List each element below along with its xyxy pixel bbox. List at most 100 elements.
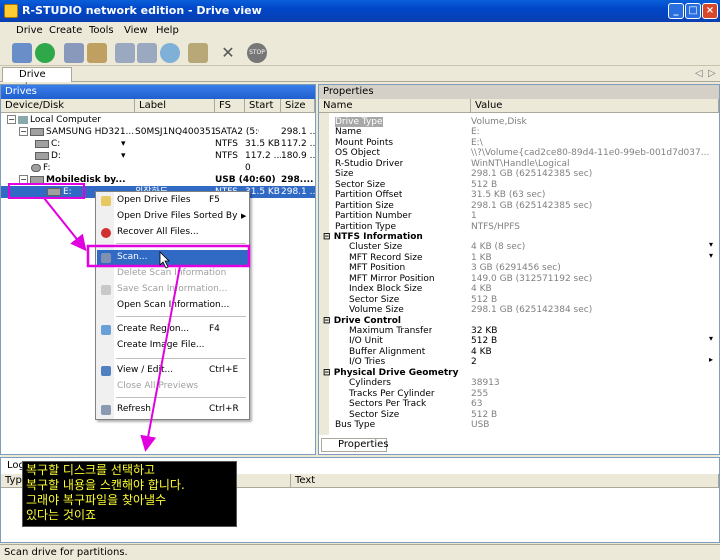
view-icon [101, 366, 111, 376]
tab-scroll-right-icon[interactable]: ▷ [708, 68, 716, 79]
property-row[interactable]: MFT Position 3 GB (6291456 sec) [319, 263, 711, 273]
property-row[interactable]: Buffer Alignment 4 KB [319, 347, 711, 357]
property-value: 1 [471, 211, 477, 222]
property-value: 512 B [471, 179, 498, 190]
collapse-icon[interactable]: − [19, 175, 28, 184]
expand-dropdown-icon[interactable]: ▾ [709, 251, 713, 260]
tab-properties[interactable]: Properties [321, 438, 389, 452]
property-row[interactable]: Tracks Per Cylinder 255 [319, 389, 711, 399]
tree-row[interactable]: − SAMSUNG HD321... S0MSJ1NQ400351 SATA2 (… [1, 126, 315, 138]
collapse-icon[interactable]: − [19, 127, 28, 136]
property-row[interactable]: Partition Type NTFS/HPFS [319, 222, 711, 232]
open-files-icon[interactable] [64, 43, 84, 63]
property-group[interactable]: ⊟ NTFS Information [319, 232, 711, 242]
menu-item-view-edit[interactable]: View / Edit... Ctrl+E [97, 363, 249, 378]
property-row[interactable]: MFT Mirror Position 149.0 GB (312571192 s… [319, 274, 711, 284]
property-row[interactable]: Volume Size 298.1 GB (625142384 sec) [319, 305, 711, 315]
expand-dropdown-icon[interactable]: ▾ [709, 334, 713, 343]
property-row[interactable]: I/O Unit 512 B [319, 336, 711, 346]
stop-icon[interactable]: STOP [247, 43, 267, 63]
col-fs[interactable]: FS [215, 99, 245, 113]
menu-help[interactable]: Help [156, 25, 179, 36]
property-row[interactable]: Mount Points E:\ [319, 138, 711, 148]
menu-drive[interactable]: Drive [16, 25, 43, 36]
drive-icon[interactable] [12, 43, 32, 63]
image-icon[interactable] [188, 43, 208, 63]
menu-item-refresh[interactable]: Refresh Ctrl+R [97, 402, 249, 417]
property-name: Buffer Alignment [349, 346, 426, 357]
property-row[interactable]: Bus Type USB [319, 420, 711, 430]
menu-create[interactable]: Create [49, 25, 82, 36]
property-row[interactable]: Sector Size 512 B [319, 295, 711, 305]
collapse-icon[interactable]: − [7, 115, 16, 124]
property-row[interactable]: Sector Size 512 B [319, 180, 711, 190]
device-start: 0 [245, 163, 251, 173]
network-icon[interactable] [115, 43, 135, 63]
col-value[interactable]: Value [471, 99, 719, 113]
partition-icon [35, 139, 49, 148]
menu-item-create-image[interactable]: Create Image File... [97, 338, 249, 353]
disk-icon [30, 127, 44, 136]
window-title: R-STUDIO network edition - Drive view [22, 4, 262, 17]
tree-row[interactable]: − Mobiledisk by... USB (40:60) 298.... [1, 174, 315, 186]
menu-item-recover-all[interactable]: Recover All Files... [97, 225, 249, 240]
menu-item-open-drive-files[interactable]: Open Drive Files F5 [97, 193, 249, 208]
expand-dropdown-icon[interactable]: ▾ [121, 150, 126, 162]
property-row[interactable]: Name E: [319, 127, 711, 137]
menu-view[interactable]: View [124, 25, 148, 36]
refresh-icon[interactable] [35, 43, 55, 63]
col-name[interactable]: Name [319, 99, 471, 113]
property-row[interactable]: Maximum Transfer 32 KB [319, 326, 711, 336]
connect-icon[interactable] [137, 43, 157, 63]
property-value: WinNT\Handle\Logical [471, 158, 570, 169]
device-start: 31.5 KB [245, 187, 280, 197]
menu-item-open-scan[interactable]: Open Scan Information... [97, 298, 249, 313]
property-row[interactable]: Partition Size 298.1 GB (625142385 sec) [319, 201, 711, 211]
tab-drive-view[interactable]: Drive view [2, 67, 72, 93]
property-row[interactable]: I/O Tries 2 [319, 357, 711, 367]
property-group[interactable]: ⊟ Physical Drive Geometry [319, 368, 711, 378]
property-row[interactable]: Partition Number 1 [319, 211, 711, 221]
globe-icon[interactable] [160, 43, 180, 63]
property-value: 2 [471, 357, 477, 368]
submenu-arrow-icon[interactable]: ▸ [709, 355, 713, 364]
col-start[interactable]: Start [245, 99, 281, 113]
property-row[interactable]: Cylinders 38913 [319, 378, 711, 388]
tree-row[interactable]: D: ▾ NTFS 117.2 ... 180.9 ... [1, 150, 315, 162]
col-device[interactable]: Device/Disk [1, 99, 135, 113]
menu-item-save-scan: Save Scan Information... [97, 282, 249, 297]
property-value: 298.1 GB (625142385 sec) [471, 169, 593, 180]
menu-item-open-sorted[interactable]: Open Drive Files Sorted By ▶ [97, 209, 249, 224]
submenu-arrow-icon: ▶ [241, 212, 247, 220]
tab-scroll-left-icon[interactable]: ◁ [695, 68, 703, 79]
close-button[interactable]: × [702, 3, 718, 19]
maximize-button[interactable]: □ [685, 3, 701, 19]
property-row[interactable]: Partition Offset 31.5 KB (63 sec) [319, 190, 711, 200]
property-row[interactable]: R-Studio Driver WinNT\Handle\Logical [319, 159, 711, 169]
property-row[interactable]: Cluster Size 4 KB (8 sec) [319, 242, 711, 252]
menu-item-scan[interactable]: Scan... [97, 250, 249, 265]
tree-row[interactable]: − Local Computer [1, 114, 315, 126]
col-label[interactable]: Label [135, 99, 215, 113]
menu-item-create-region[interactable]: Create Region... F4 [97, 322, 249, 337]
property-row[interactable]: MFT Record Size 1 KB [319, 253, 711, 263]
expand-dropdown-icon[interactable]: ▾ [121, 138, 126, 150]
property-row[interactable]: OS Object \\?\Volume{cad2ce80-89d4-11e0-9… [319, 148, 711, 158]
tree-row[interactable]: C: ▾ NTFS 31.5 KB 117.2 ... [1, 138, 315, 150]
property-row[interactable]: Sector Size 512 B [319, 410, 711, 420]
tree-row[interactable]: F: 0 [1, 162, 315, 174]
expand-dropdown-icon[interactable]: ▾ [709, 240, 713, 249]
minimize-button[interactable]: _ [668, 3, 684, 19]
device-start: 117.2 ... [245, 151, 281, 161]
property-row[interactable]: Size 298.1 GB (625142385 sec) [319, 169, 711, 179]
property-row[interactable]: Sectors Per Track 63 [319, 399, 711, 409]
device-size: 298.... [281, 175, 314, 185]
menu-tools[interactable]: Tools [89, 25, 114, 36]
property-row[interactable]: Index Block Size 4 KB [319, 284, 711, 294]
tools-icon[interactable]: ✕ [218, 43, 238, 63]
scan-icon[interactable] [87, 43, 107, 63]
col-size[interactable]: Size [281, 99, 315, 113]
col-text[interactable]: Text [291, 474, 719, 488]
property-group[interactable]: ⊟ Drive Control [319, 316, 711, 326]
property-row[interactable]: Drive Type Volume,Disk [319, 117, 711, 127]
